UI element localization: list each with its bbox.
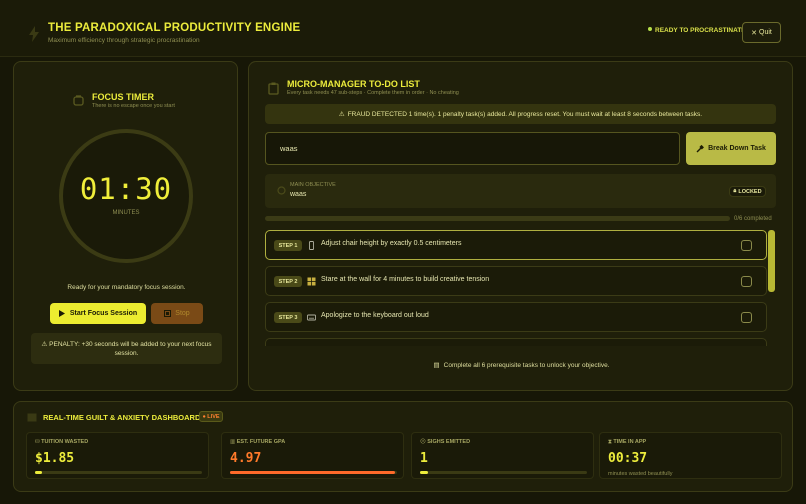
progress-text: 0/6 completed: [734, 216, 772, 222]
step-badge: STEP 3: [274, 312, 302, 323]
unlock-note-text: Complete all 6 prerequisite tasks to unl…: [443, 361, 610, 369]
guilt-dashboard: REAL-TIME GUILT & ANXIETY DASHBOARD ● LI…: [13, 401, 793, 492]
card-label: ⧗ TIME IN APP: [608, 439, 647, 445]
objective-value: waas: [290, 191, 307, 198]
fraud-text: FRAUD DETECTED 1 time(s). 1 penalty task…: [347, 110, 703, 118]
chart-icon: [27, 413, 37, 422]
break-down-label: Break Down Task: [708, 145, 766, 152]
dashboard-title: REAL-TIME GUILT & ANXIETY DASHBOARD: [43, 413, 201, 422]
unlock-note: ▤ Complete all 6 prerequisite tasks to u…: [249, 361, 794, 370]
todo-subtitle: Every task needs 47 sub-steps · Complete…: [287, 90, 459, 96]
penalty-notice: ⚠ PENALTY: +30 seconds will be added to …: [31, 333, 222, 364]
step-checkbox[interactable]: [741, 240, 752, 251]
step-badge: STEP 2: [274, 276, 302, 287]
card-bar: [230, 471, 397, 474]
card-value: $1.85: [35, 451, 75, 466]
step-item[interactable]: STEP 1 Adjust chair height by exactly 0.…: [265, 230, 767, 260]
todo-panel: MICRO-MANAGER TO-DO LIST Every task need…: [248, 61, 793, 391]
close-icon: ✕: [751, 29, 758, 37]
timer-display: 01:30: [79, 172, 173, 206]
time-in-app-card: ⧗ TIME IN APP 00:37 minutes wasted beaut…: [599, 432, 782, 479]
locked-label: LOCKED: [738, 188, 762, 195]
keyboard-icon: [307, 314, 316, 321]
start-focus-button[interactable]: Start Focus Session: [50, 303, 146, 324]
timer-subtitle: There is no escape once you start: [92, 103, 175, 109]
stop-button[interactable]: Stop: [151, 303, 203, 324]
step-badge: STEP 1: [274, 240, 302, 251]
step-text: Adjust chair height by exactly 0.5 centi…: [321, 240, 462, 247]
app-subtitle: Maximum efficiency through strategic pro…: [48, 37, 200, 44]
quit-button[interactable]: ✕ Quit: [742, 22, 781, 43]
lock-icon: 🔒︎: [733, 188, 737, 194]
card-note: minutes wasted beautifully: [608, 471, 673, 477]
todo-title: MICRO-MANAGER TO-DO LIST: [287, 79, 420, 89]
timer-unit: MINUTES: [112, 210, 140, 216]
timer-status: Ready for your mandatory focus session.: [67, 284, 186, 291]
locked-badge: 🔒︎ LOCKED: [729, 186, 766, 197]
step-list-scrollbar[interactable]: [768, 230, 775, 292]
task-input-value: waas: [280, 144, 298, 153]
card-bar-fill: [230, 471, 396, 474]
step-item[interactable]: STEP 3 Apologize to the keyboard out lou…: [265, 302, 767, 332]
sighs-emitted-card: ☹ SIGHS EMITTED 1: [411, 432, 594, 479]
card-value: 4.97: [230, 451, 262, 466]
lightning-icon: [29, 26, 39, 42]
status-indicator: READY TO PROCRASTINATE: [648, 27, 746, 34]
step-checkbox[interactable]: [741, 312, 752, 323]
step-list: STEP 1 Adjust chair height by exactly 0.…: [265, 230, 767, 346]
card-bar: [420, 471, 587, 474]
fraud-alert: ⚠ FRAUD DETECTED 1 time(s). 1 penalty ta…: [265, 104, 776, 124]
stop-label: Stop: [175, 310, 190, 317]
card-label: ☹ SIGHS EMITTED: [420, 439, 471, 445]
quit-label: Quit: [759, 29, 772, 36]
target-icon: [277, 186, 286, 195]
penalty-text: PENALTY: +30 seconds will be added to yo…: [49, 341, 212, 357]
card-label: ▥ EST. FUTURE GPA: [230, 439, 286, 445]
grid-icon: [307, 277, 316, 286]
card-label: ⛁ TUITION WASTED: [35, 439, 89, 445]
status-text: READY TO PROCRASTINATE: [655, 27, 746, 34]
focus-timer-panel: FOCUS TIMER There is no escape once you …: [13, 61, 238, 391]
app-header: THE PARADOXICAL PRODUCTIVITY ENGINE Maxi…: [0, 0, 806, 57]
card-value: 00:37: [608, 451, 648, 466]
future-gpa-card: ▥ EST. FUTURE GPA 4.97: [221, 432, 404, 479]
clipboard-icon: ▤: [433, 362, 440, 369]
book-icon: ▥: [230, 439, 237, 445]
objective-label: MAIN OBJECTIVE: [290, 182, 336, 188]
step-item[interactable]: [265, 338, 767, 346]
task-input[interactable]: waas: [265, 132, 680, 165]
step-text: Stare at the wall for 4 minutes to build…: [321, 276, 490, 283]
phone-icon: [309, 241, 314, 250]
main-objective: MAIN OBJECTIVE waas 🔒︎ LOCKED: [265, 174, 776, 208]
tuition-wasted-card: ⛁ TUITION WASTED $1.85: [26, 432, 209, 479]
break-down-task-button[interactable]: Break Down Task: [686, 132, 776, 165]
step-checkbox[interactable]: [741, 276, 752, 287]
stop-icon: [164, 310, 172, 317]
timer-title: FOCUS TIMER: [92, 92, 154, 102]
app-title: THE PARADOXICAL PRODUCTIVITY ENGINE: [48, 22, 301, 34]
step-item[interactable]: STEP 2 Stare at the wall for 4 minutes t…: [265, 266, 767, 296]
step-text: Apologize to the keyboard out loud: [321, 312, 429, 319]
live-badge: ● LIVE: [199, 411, 223, 422]
card-bar-fill: [420, 471, 429, 474]
timer-icon: [73, 95, 84, 106]
card-bar-fill: [35, 471, 42, 474]
clipboard-icon: [268, 82, 279, 95]
warning-icon: ⚠: [41, 341, 48, 348]
warning-icon: ⚠: [338, 111, 345, 118]
play-icon: [58, 310, 65, 317]
progress-bar: [265, 216, 730, 221]
card-value: 1: [420, 451, 428, 466]
card-bar: [35, 471, 202, 474]
start-label: Start Focus Session: [69, 310, 138, 317]
hammer-icon: [696, 144, 705, 152]
status-dot-icon: [648, 27, 652, 31]
